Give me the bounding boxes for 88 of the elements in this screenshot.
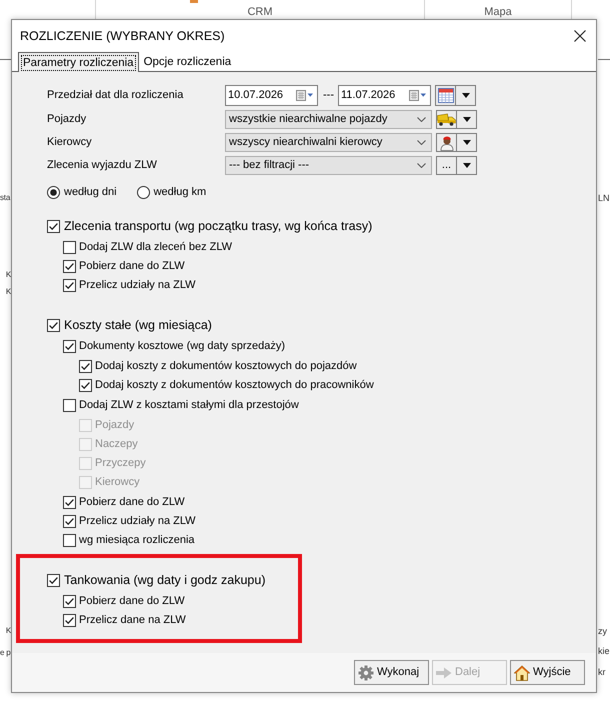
chevron-down-icon [417,140,426,145]
menu-tab[interactable]: Mapa [484,6,512,19]
checkbox[interactable] [79,360,92,373]
checkbox[interactable] [63,496,76,509]
field-label: Zlecenia wyjazdu ZLW [47,159,158,172]
table-cell-text: K [6,625,11,637]
checkbox-label: Przelicz udziały na ZLW [79,279,196,292]
caret-icon [462,140,470,145]
checkbox[interactable] [47,220,60,232]
dialog-title: ROZLICZENIE (WYBRANY OKRES) [20,28,225,44]
dialog-button[interactable]: Wyjście [510,660,585,685]
chevron-down-icon [417,117,426,122]
dropdown-button[interactable] [457,133,477,152]
truck-icon [437,113,456,126]
table-cell-text: kie [598,645,610,657]
checkbox-label: Dokumenty kosztowe (wg daty sprzedaży) [79,340,286,353]
table-cell-text: e p [0,647,11,659]
table-cell-text: K [6,269,11,281]
checkbox-label: Pobierz dane do ZLW [79,260,185,273]
checkbox[interactable] [63,595,76,608]
combo-box[interactable]: wszyscy niearchiwalni kierowcy [225,133,432,152]
checkbox[interactable] [63,534,76,547]
arrow-right-icon [436,666,452,678]
calendar-icon [438,88,454,103]
field-label: Pojazdy [47,113,88,126]
radio-label: według km [154,186,206,199]
combo-box[interactable]: --- bez filtracji --- [225,156,432,175]
checkbox[interactable] [63,515,76,528]
checkbox[interactable] [47,574,60,586]
table-cell-text: sta [0,192,10,204]
table-cell-text: K [6,286,11,298]
calendar-dropdown-icon[interactable] [296,90,314,101]
checkbox-label: Przyczepy [95,457,146,470]
table-cell-text: LN [598,192,610,204]
checkbox-label: Pojazdy [95,419,134,432]
checkbox-label: Dodaj ZLW z kosztami stałymi dla przestojów [79,399,299,412]
checkbox[interactable] [63,241,76,254]
caret-icon [462,93,470,98]
radio-button[interactable] [47,186,60,199]
checkbox[interactable] [47,318,60,332]
section-label: Tankowania (wg daty i godz zakupu) [64,572,266,588]
filter-button[interactable] [436,110,457,129]
calendar-button[interactable] [435,85,456,106]
date-separator: --- [323,89,334,102]
checkbox-label: Pobierz dane do ZLW [79,595,185,608]
checkbox-label: wg miesiąca rozliczenia [79,534,195,547]
checkbox-label: Pobierz dane do ZLW [79,496,185,509]
menu-tab[interactable]: CRM [247,6,273,19]
date-field[interactable]: 11.07.2026 [338,85,431,106]
checkbox-label: Naczepy [95,438,138,451]
table-cell-text: kr [598,666,606,678]
gear-icon [358,664,374,680]
filter-button[interactable]: ... [436,156,457,175]
house-icon [514,664,530,680]
field-label: Kierowcy [47,136,93,149]
radio-label: według dni [64,186,117,199]
checkbox-label: Dodaj koszty z dokumentów kosztowych do pracowników [95,379,374,392]
checkbox-label: Przelicz udziały na ZLW [79,515,196,528]
dialog-button[interactable]: Wykonaj [354,660,429,685]
person-icon [440,134,454,150]
checkbox[interactable] [63,399,76,412]
calendar-dropdown-icon[interactable] [409,90,427,101]
filter-button[interactable] [436,133,457,152]
checkbox[interactable] [63,614,76,627]
section-label: Zlecenia transportu (wg początku trasy, wg końca trasy) [64,218,372,234]
close-icon [574,30,586,42]
dropdown-button[interactable] [457,110,477,129]
combo-box[interactable]: wszystkie niearchiwalne pojazdy [225,110,432,129]
marker-icon [190,0,198,3]
caret-icon [462,163,470,168]
dropdown-button[interactable] [457,156,477,175]
table-cell-text: zy [598,625,608,637]
radio-button[interactable] [136,186,150,199]
checkbox-label: Dodaj ZLW dla zleceń bez ZLW [79,241,232,254]
tab[interactable]: Parametry rozliczenia [18,52,139,72]
checkbox-label: Kierowcy [95,476,140,489]
checkbox-label: Dodaj koszty z dokumentów kosztowych do pojazdów [95,360,357,373]
field-label: Przedział dat dla rozliczenia [47,89,184,102]
checkbox[interactable] [63,340,76,353]
checkbox[interactable] [63,279,76,292]
section-label: Koszty stałe (wg miesiąca) [64,318,212,332]
chevron-down-icon [417,163,426,168]
checkbox[interactable] [63,260,76,273]
caret-icon [462,117,470,122]
date-field[interactable]: 10.07.2026 [225,85,318,106]
checkbox[interactable] [79,379,92,392]
checkbox-label: Przelicz dane na ZLW [79,614,186,627]
dropdown-button[interactable] [456,85,476,106]
